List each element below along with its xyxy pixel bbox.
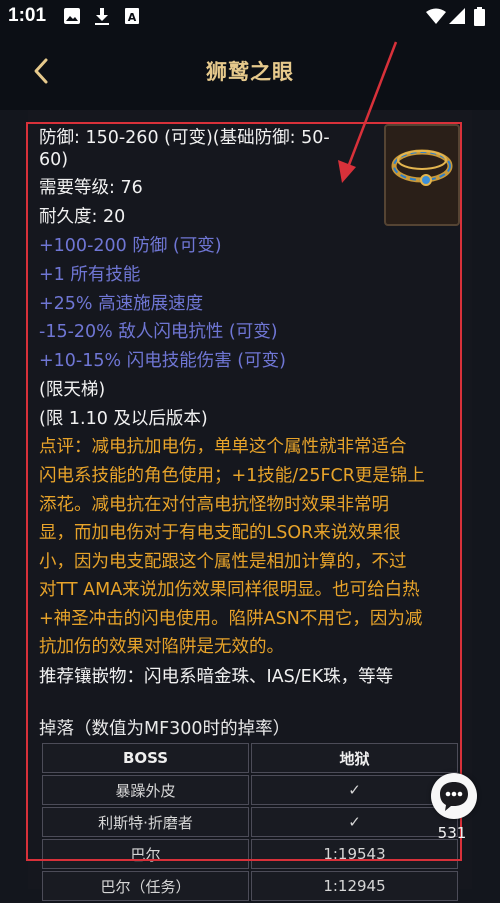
table-row: 巴尔（任务） 1:12945 [42,871,458,901]
wifi-icon [426,8,446,24]
item-line: 耐久度: 20 [39,207,126,227]
item-line: +100-200 防御 (可变) [39,236,222,256]
boss-cell: 巴尔 [42,839,249,869]
rate-cell: ✓ [251,807,458,837]
chat-count: 531 [437,824,467,842]
battery-icon [474,7,485,26]
table-row: 巴尔 1:19543 [42,839,458,869]
item-line: 60) [39,150,69,170]
column-header-hell: 地狱 [251,743,458,773]
svg-text:A: A [128,11,137,24]
boss-cell: 利斯特·折磨者 [42,807,249,837]
circlet-icon [391,149,453,186]
table-row: 利斯特·折磨者 ✓ [42,807,458,837]
rate-cell: 1:19543 [251,839,458,869]
image-icon [64,8,80,24]
chat-button[interactable] [431,773,477,819]
item-review-line: 小，因为电支配跟这个属性是相加计算的，不过 [39,552,407,572]
drops-title: 掉落（数值为MF300时的掉率） [39,719,291,739]
item-line: 防御: 150-260 (可变)(基础防御: 50- [39,128,330,148]
download-icon [95,8,109,25]
chat-bubble-icon [440,782,468,811]
item-review-line: +神圣冲击的闪电使用。陷阱ASN不用它，因为减 [39,609,423,629]
signal-icon [449,8,465,24]
table-row: 暴躁外皮 ✓ [42,775,458,805]
drops-table: BOSS 地狱 暴躁外皮 ✓ 利斯特·折磨者 ✓ 巴尔 1:19543 巴尔（任… [40,741,460,903]
table-header-row: BOSS 地狱 [42,743,458,773]
item-line: 推荐镶嵌物：闪电系暗金珠、IAS/EK珠，等等 [39,667,394,687]
item-line: (限 1.10 及以后版本) [39,409,208,429]
boss-cell: 暴躁外皮 [42,775,249,805]
item-line: +25% 高速施展速度 [39,294,204,314]
item-review-line: 对TT AMA来说加伤效果同样很明显。也可给白热 [39,580,420,600]
item-review-line: 闪电系技能的角色使用；+1技能/25FCR更是锦上 [39,466,425,486]
status-bar: 1:01 A [0,0,500,34]
rate-cell: 1:12945 [251,871,458,901]
item-line: -15-20% 敌人闪电抗性 (可变) [39,322,278,342]
page-title: 狮鹫之眼 [206,60,294,84]
item-thumbnail [384,124,460,226]
item-line: +1 所有技能 [39,265,141,285]
boss-cell: 巴尔（任务） [42,871,249,901]
item-review-line: 显，而加电伤对于有电支配的LSOR来说效果很 [39,523,401,543]
item-line: 需要等级: 76 [39,178,143,198]
app-bar: 狮鹫之眼 [0,34,500,110]
column-header-boss: BOSS [42,743,249,773]
item-review-line: 点评：减电抗加电伤，单单这个属性就非常适合 [39,437,407,457]
item-line: (限天梯) [39,380,106,400]
item-review-line: 抗加伤的效果对陷阱是无效的。 [39,637,284,657]
text-icon: A [125,8,139,24]
status-time: 1:01 [8,5,47,26]
item-review-line: 添花。减电抗在对付高电抗怪物时效果非常明 [39,495,389,515]
rate-cell: ✓ [251,775,458,805]
item-line: +10-15% 闪电技能伤害 (可变) [39,351,286,371]
